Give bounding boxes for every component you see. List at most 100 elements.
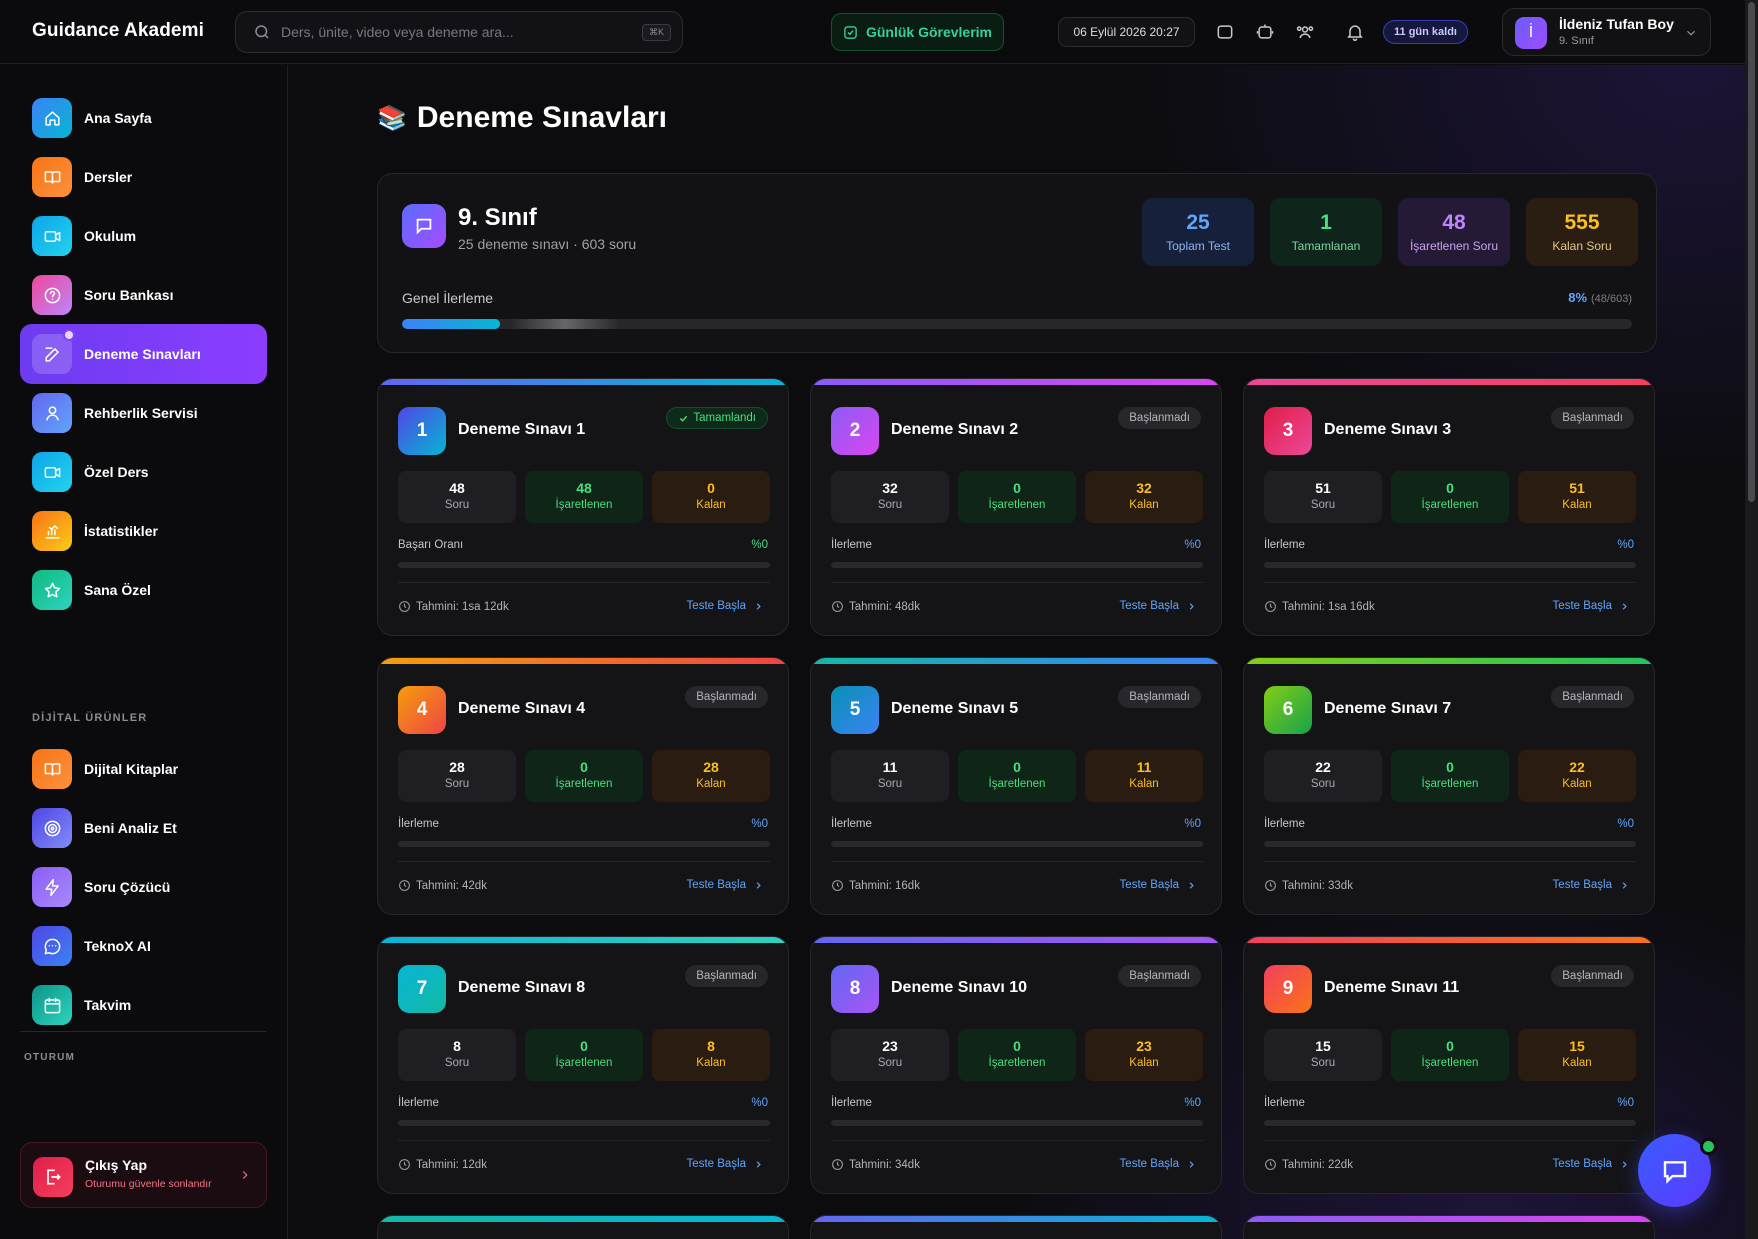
exam-card[interactable]: 5 Deneme Sınavı 5 Başlanmadı 11 Soru 0 İ…: [810, 657, 1222, 915]
chevron-right-icon: [756, 1160, 761, 1168]
progress-bar: [398, 1120, 770, 1126]
card-top-strip: [811, 1216, 1221, 1222]
card-divider: [831, 582, 1203, 583]
overall-progress-bar: [402, 319, 1632, 329]
progress-pct: %0: [1617, 1097, 1634, 1109]
bolt-icon: [32, 867, 72, 907]
book-icon: [32, 157, 72, 197]
books-emoji-icon: 📚: [377, 104, 407, 132]
card-top-strip: [378, 658, 788, 664]
start-test-button[interactable]: Teste Başla: [687, 600, 764, 612]
scrollbar-thumb[interactable]: [1748, 2, 1755, 502]
robot-icon[interactable]: [1255, 22, 1275, 42]
start-test-button[interactable]: Teste Başla: [1120, 1158, 1197, 1170]
group-icon[interactable]: [1295, 22, 1315, 42]
sidebar-item-okulum[interactable]: Okulum: [20, 206, 267, 266]
progress-pct: %0: [1184, 818, 1201, 830]
start-test-button[interactable]: Teste Başla: [1553, 1158, 1630, 1170]
stat-questions: 51 Soru: [1264, 471, 1382, 523]
message-icon[interactable]: [1215, 22, 1235, 42]
card-top-strip: [811, 379, 1221, 385]
estimate: Tahmini: 42dk: [398, 879, 487, 892]
user-menu[interactable]: İ İldeniz Tufan Boy 9. Sınıf: [1502, 8, 1711, 56]
estimate: Tahmini: 34dk: [831, 1158, 920, 1171]
exam-number: 3: [1264, 407, 1312, 455]
sidebar-item-rehberlik-servisi[interactable]: Rehberlik Servisi: [20, 383, 267, 443]
search-box[interactable]: ⌘K: [235, 11, 683, 53]
progress-pct: %0: [1184, 1097, 1201, 1109]
sidebar-item-teknox-ai[interactable]: TeknoX AI: [20, 916, 267, 976]
exam-card[interactable]: 2 Deneme Sınavı 2 Başlanmadı 32 Soru 0 İ…: [810, 378, 1222, 636]
chevron-down-icon: [1687, 30, 1695, 36]
start-test-button[interactable]: Teste Başla: [1553, 879, 1630, 891]
estimate-text: Tahmini: 22dk: [1282, 1158, 1353, 1171]
clock-icon: [1265, 880, 1276, 891]
stat-value: 555: [1564, 211, 1600, 234]
estimate: Tahmini: 1sa 16dk: [1264, 600, 1375, 613]
exam-card[interactable]: 6 Deneme Sınavı 7 Başlanmadı 22 Soru 0 İ…: [1243, 657, 1655, 915]
exam-card[interactable]: 3 Deneme Sınavı 3 Başlanmadı 51 Soru 0 İ…: [1243, 378, 1655, 636]
start-test-button[interactable]: Teste Başla: [687, 879, 764, 891]
stat-questions: 32 Soru: [831, 471, 949, 523]
progress-label: İlerleme: [1264, 818, 1305, 830]
stat-label: Kalan: [1129, 778, 1159, 790]
sidebar-item-özel-ders[interactable]: Özel Ders: [20, 442, 267, 502]
sidebar-item-soru-çözücü[interactable]: Soru Çözücü: [20, 857, 267, 917]
search-input[interactable]: [281, 24, 621, 40]
page-title: 📚 Deneme Sınavları: [377, 101, 667, 135]
exam-title: Deneme Sınavı 11: [1324, 979, 1460, 996]
exam-title: Deneme Sınavı 7: [1324, 700, 1452, 717]
brand-logo[interactable]: Guidance Akademi: [32, 20, 204, 42]
sidebar-item-takvim[interactable]: Takvim: [20, 975, 267, 1035]
daily-tasks-button[interactable]: Günlük Görevlerim: [831, 13, 1004, 51]
bell-icon[interactable]: [1345, 22, 1365, 42]
status-badge: Tamamlandı: [666, 407, 768, 429]
status-badge: Başlanmadı: [685, 965, 768, 987]
sidebar-item-deneme-sınavları[interactable]: Deneme Sınavları: [20, 324, 267, 384]
logout-title: Çıkış Yap: [85, 1157, 148, 1173]
start-test-label: Teste Başla: [1552, 600, 1612, 612]
sidebar-item-sana-özel[interactable]: Sana Özel: [20, 560, 267, 620]
exam-card[interactable]: 7 Deneme Sınavı 8 Başlanmadı 8 Soru 0 İş…: [377, 936, 789, 1194]
stat-questions: 8 Soru: [398, 1029, 516, 1081]
start-test-button[interactable]: Teste Başla: [687, 1158, 764, 1170]
user-icon: [32, 393, 72, 433]
sidebar-item-label: Rehberlik Servisi: [84, 405, 198, 421]
start-test-button[interactable]: Teste Başla: [1120, 879, 1197, 891]
exam-card[interactable]: [810, 1215, 1222, 1239]
exam-card[interactable]: [377, 1215, 789, 1239]
exam-card[interactable]: 8 Deneme Sınavı 10 Başlanmadı 23 Soru 0 …: [810, 936, 1222, 1194]
sidebar-item-beni-analiz-et[interactable]: Beni Analiz Et: [20, 798, 267, 858]
exam-card[interactable]: 9 Deneme Sınavı 11 Başlanmadı 15 Soru 0 …: [1243, 936, 1655, 1194]
stat-remaining: 32 Kalan: [1085, 471, 1203, 523]
estimate-text: Tahmini: 33dk: [1282, 879, 1353, 892]
progress-bar: [398, 841, 770, 847]
stat-value: 0: [580, 1038, 588, 1054]
sidebar-item-dersler[interactable]: Dersler: [20, 147, 267, 207]
stat-remaining: 28 Kalan: [652, 750, 770, 802]
exam-title: Deneme Sınavı 1: [458, 421, 586, 438]
sidebar-item-dijital-kitaplar[interactable]: Dijital Kitaplar: [20, 739, 267, 799]
card-divider: [1264, 1140, 1636, 1141]
start-test-label: Teste Başla: [1552, 879, 1612, 891]
start-test-button[interactable]: Teste Başla: [1120, 600, 1197, 612]
page-scrollbar[interactable]: [1745, 0, 1758, 1239]
overall-progress-pct: 8% (48/603): [1568, 290, 1632, 305]
sidebar-item-ana-sayfa[interactable]: Ana Sayfa: [20, 88, 267, 148]
sidebar-item-i-statistikler[interactable]: İstatistikler: [20, 501, 267, 561]
ai-chat-icon: [32, 926, 72, 966]
status-badge: Başlanmadı: [1551, 686, 1634, 708]
start-test-button[interactable]: Teste Başla: [1553, 600, 1630, 612]
sidebar-item-soru-bankası[interactable]: Soru Bankası: [20, 265, 267, 325]
status-badge: Başlanmadı: [1118, 407, 1201, 429]
exam-card[interactable]: [1243, 1215, 1655, 1239]
search-shortcut: ⌘K: [641, 24, 671, 41]
card-divider: [398, 582, 770, 583]
progress-label: İlerleme: [398, 818, 439, 830]
exam-card[interactable]: 1 Deneme Sınavı 1 Tamamlandı 48 Soru 48 …: [377, 378, 789, 636]
checkbox-icon: [844, 25, 857, 39]
estimate-text: Tahmini: 42dk: [416, 879, 487, 892]
logout-button[interactable]: Çıkış Yap Oturumu güvenle sonlandır: [20, 1142, 267, 1208]
exam-card[interactable]: 4 Deneme Sınavı 4 Başlanmadı 28 Soru 0 İ…: [377, 657, 789, 915]
card-top-strip: [811, 937, 1221, 943]
